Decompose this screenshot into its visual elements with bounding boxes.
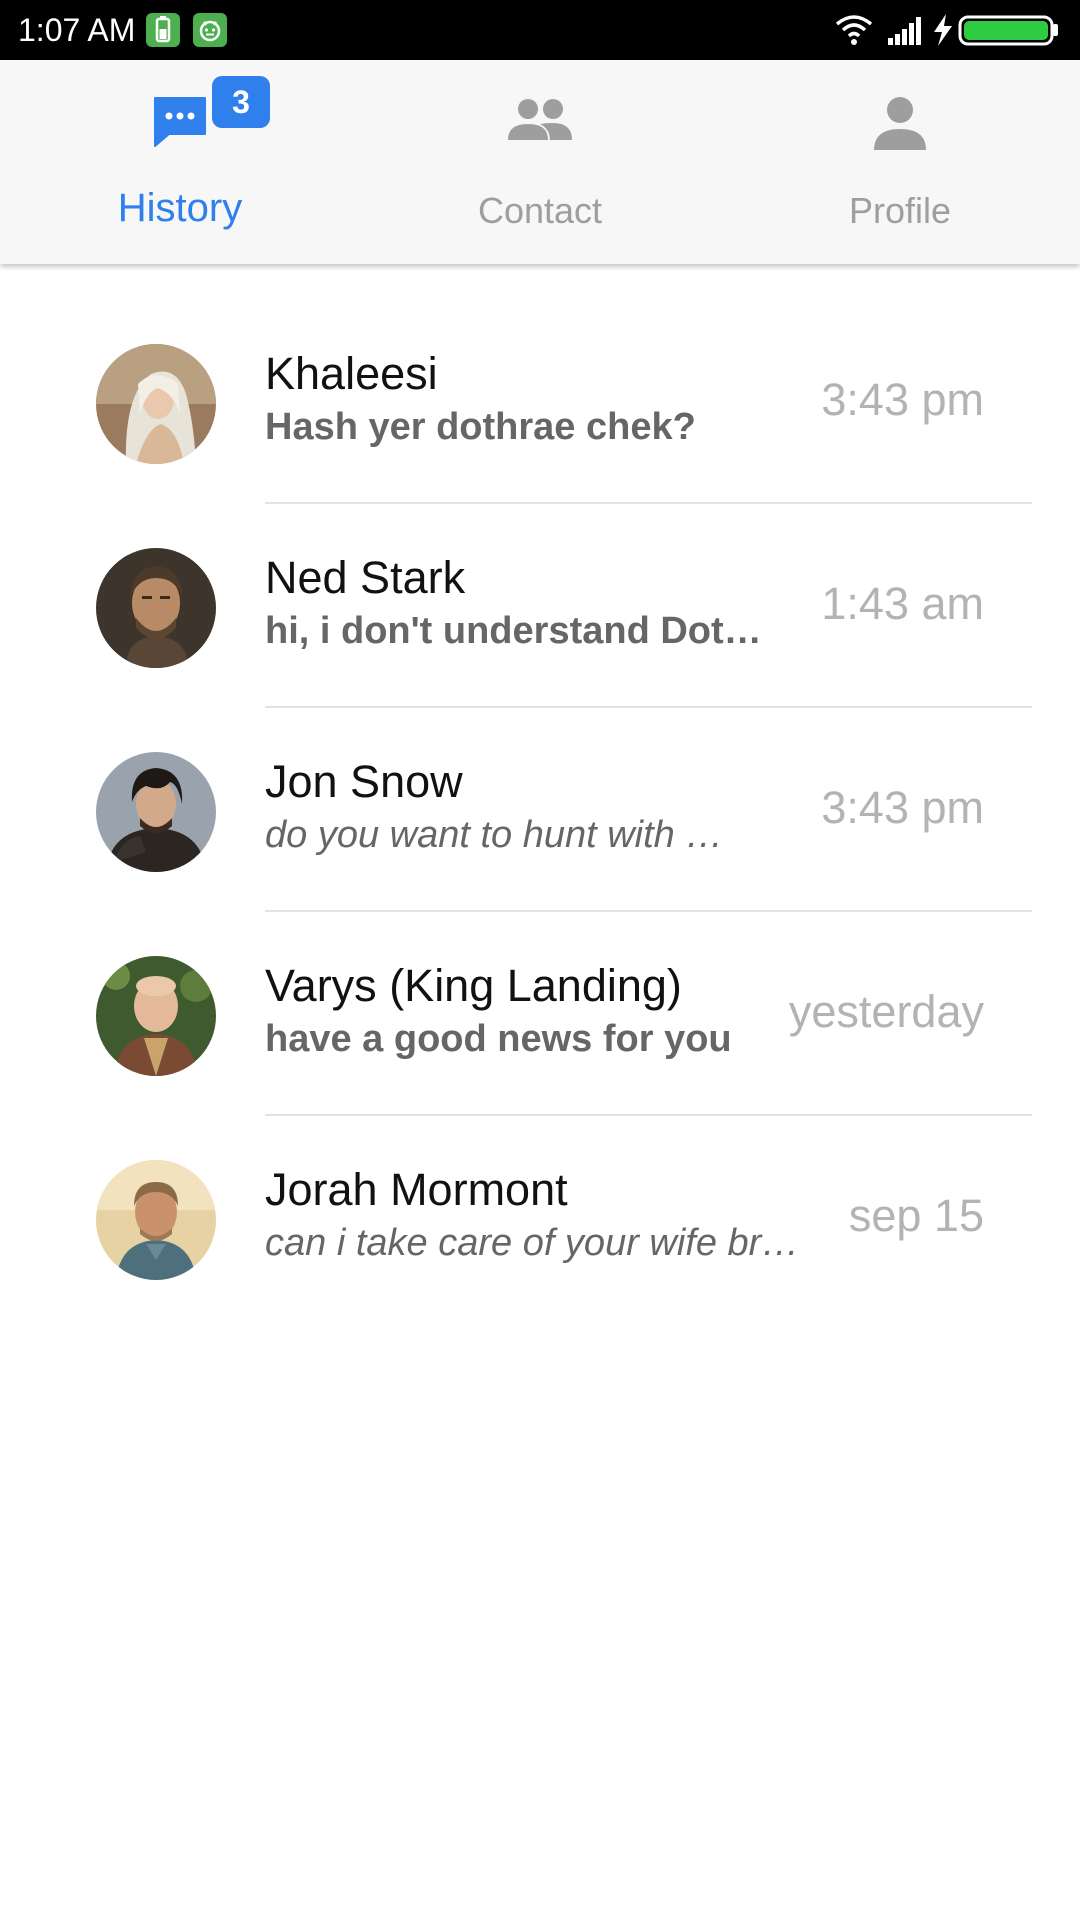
- row-divider: [265, 502, 1032, 504]
- tab-history[interactable]: 3 History: [0, 60, 360, 264]
- conversation-time: 3:43 pm: [821, 782, 984, 833]
- row-divider: [265, 706, 1032, 708]
- conversation-name: Khaleesi: [265, 348, 438, 399]
- wifi-icon: [835, 15, 873, 45]
- person-icon: [872, 96, 928, 157]
- status-bar: 1:07 AM: [0, 0, 1080, 60]
- charging-icon: [934, 14, 952, 46]
- status-right-icons: [834, 12, 1064, 48]
- conversation-row-varys[interactable]: Varys (King Landing) have a good news fo…: [0, 956, 1080, 1160]
- varys-avatar: [96, 956, 216, 1076]
- conversation-row-jorah-mormont[interactable]: Jorah Mormont can i take care of your wi…: [0, 1160, 1080, 1364]
- ned-stark-avatar: [96, 548, 216, 668]
- conversation-time: 3:43 pm: [821, 374, 984, 425]
- tab-history-label: History: [117, 186, 243, 230]
- conversation-time: 1:43 am: [821, 578, 984, 629]
- unread-badge: 3: [212, 76, 270, 128]
- conversation-name: Jorah Mormont: [265, 1164, 568, 1215]
- conversation-preview: can i take care of your wife brother: [265, 1222, 813, 1264]
- chat-bubble-icon: [151, 92, 209, 153]
- conversation-preview: have a good news for you: [265, 1018, 732, 1060]
- tab-contact[interactable]: Contact: [360, 60, 720, 264]
- status-time: 1:07 AM: [18, 12, 136, 48]
- signal-icon: [888, 17, 921, 45]
- conversation-row-khaleesi[interactable]: Khaleesi Hash yer dothrae chek? 3:43 pm: [0, 344, 1080, 548]
- people-icon: [506, 96, 574, 149]
- conversation-row-ned-stark[interactable]: Ned Stark hi, i don't understand Dothrak…: [0, 548, 1080, 752]
- conversation-row-jon-snow[interactable]: Jon Snow do you want to hunt with me? 3:…: [0, 752, 1080, 956]
- conversation-time: sep 15: [848, 1190, 984, 1241]
- conversation-name: Varys (King Landing): [265, 960, 682, 1011]
- tab-contact-label: Contact: [477, 190, 603, 231]
- android-app-icon: [193, 13, 227, 47]
- battery-icon: [958, 15, 1058, 46]
- conversation-preview: Hash yer dothrae chek?: [265, 406, 696, 448]
- conversation-name: Jon Snow: [265, 756, 463, 807]
- jon-snow-avatar: [96, 752, 216, 872]
- row-divider: [265, 910, 1032, 912]
- battery-saver-icon: [146, 13, 180, 47]
- khaleesi-avatar: [96, 344, 216, 464]
- tab-profile[interactable]: Profile: [720, 60, 1080, 264]
- conversation-time: yesterday: [788, 986, 984, 1037]
- jorah-mormont-avatar: [96, 1160, 216, 1280]
- conversation-preview: hi, i don't understand Dothraki: [265, 610, 781, 652]
- conversation-preview: do you want to hunt with me?: [265, 814, 749, 856]
- tab-bar: 3 History Contact Profile: [0, 60, 1080, 264]
- tab-profile-label: Profile: [848, 190, 952, 231]
- conversation-name: Ned Stark: [265, 552, 466, 603]
- row-divider: [265, 1114, 1032, 1116]
